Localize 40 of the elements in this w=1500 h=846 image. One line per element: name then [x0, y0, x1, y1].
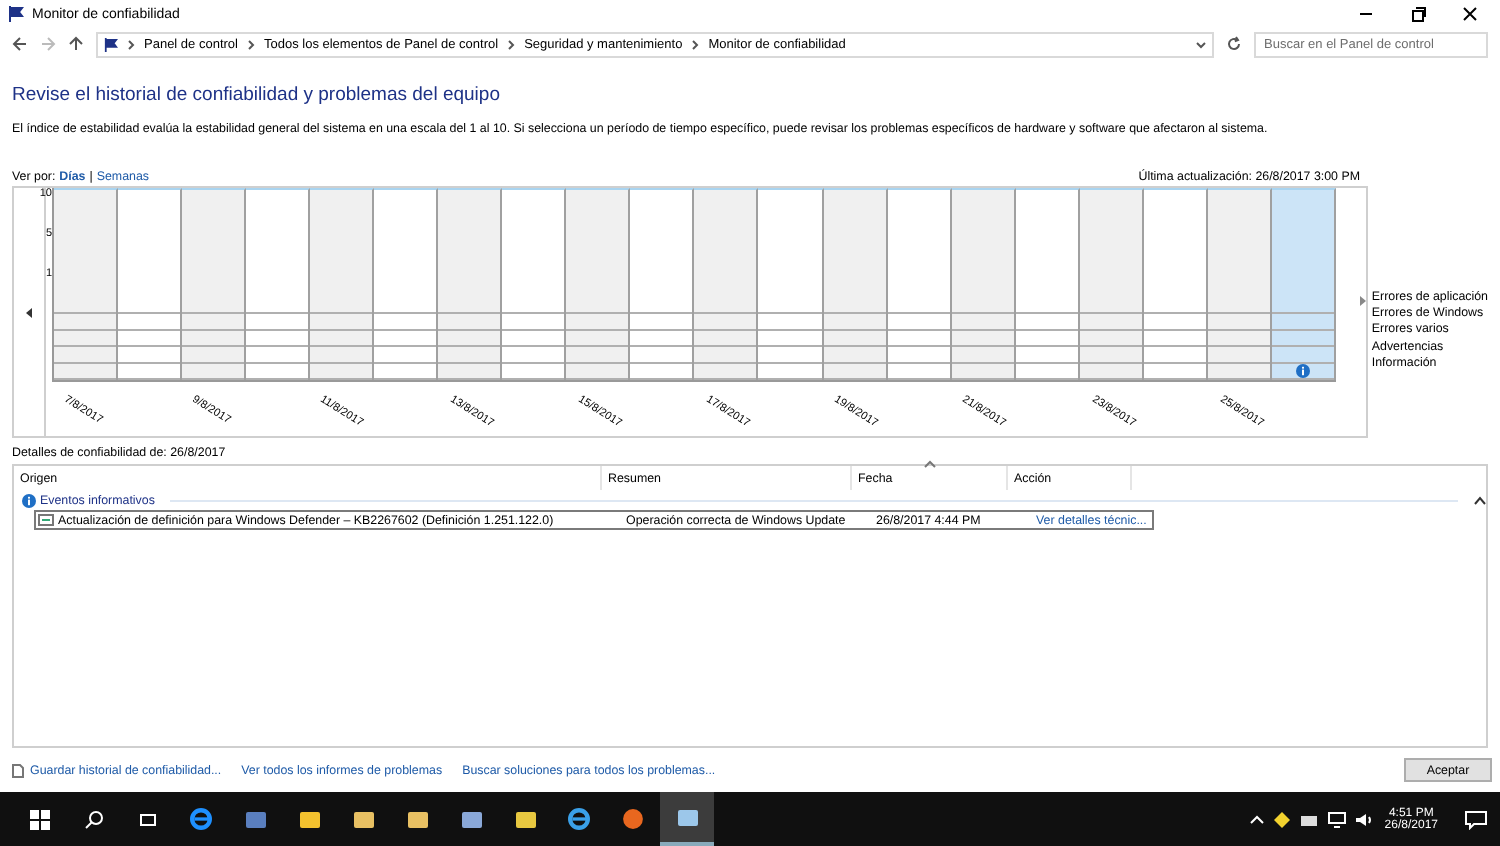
search-icon[interactable]	[83, 809, 103, 829]
day-column[interactable]	[630, 188, 695, 380]
task-view-icon[interactable]	[135, 811, 159, 827]
day-column[interactable]	[758, 188, 824, 380]
scroll-right-icon[interactable]	[1357, 296, 1366, 306]
flag-icon	[8, 6, 24, 22]
chevron-icon	[690, 39, 701, 49]
app-icon[interactable]	[513, 807, 537, 831]
day-column[interactable]	[374, 188, 439, 380]
refresh-icon[interactable]	[1226, 36, 1242, 52]
info-icon	[22, 493, 36, 507]
day-column[interactable]	[887, 188, 952, 380]
day-column[interactable]	[118, 188, 183, 380]
collapse-chevron-icon[interactable]	[1474, 495, 1486, 505]
day-column[interactable]	[246, 188, 311, 380]
globe-icon[interactable]	[622, 808, 644, 830]
chevron-up-icon[interactable]	[1250, 814, 1265, 824]
chevron-icon	[506, 39, 517, 49]
notifications-icon[interactable]	[1464, 809, 1488, 829]
sort-icon	[924, 460, 936, 468]
page-heading: Revise el historial de confiabilidad y problemas del equipo	[12, 84, 502, 106]
info-icon	[1295, 364, 1310, 379]
speaker-icon[interactable]	[1356, 811, 1375, 827]
document-icon	[12, 763, 24, 777]
chevron-icon	[126, 39, 136, 49]
browser-e-icon[interactable]	[568, 808, 590, 830]
chevron-icon	[245, 39, 256, 49]
dropdown-caret-icon[interactable]	[1196, 39, 1206, 49]
windows-logo-icon[interactable]	[29, 809, 49, 829]
day-column[interactable]	[1143, 188, 1208, 380]
restore-icon[interactable]	[1410, 6, 1426, 22]
back-arrow-icon[interactable]	[12, 36, 28, 52]
flag-icon	[104, 37, 118, 51]
app-icon[interactable]	[297, 807, 321, 831]
close-icon[interactable]	[1462, 6, 1478, 22]
day-column[interactable]	[502, 188, 567, 380]
scroll-left-icon[interactable]	[25, 307, 33, 317]
browser-e-icon[interactable]	[190, 808, 212, 830]
up-arrow-icon[interactable]	[68, 36, 84, 52]
day-column[interactable]	[1015, 188, 1080, 380]
